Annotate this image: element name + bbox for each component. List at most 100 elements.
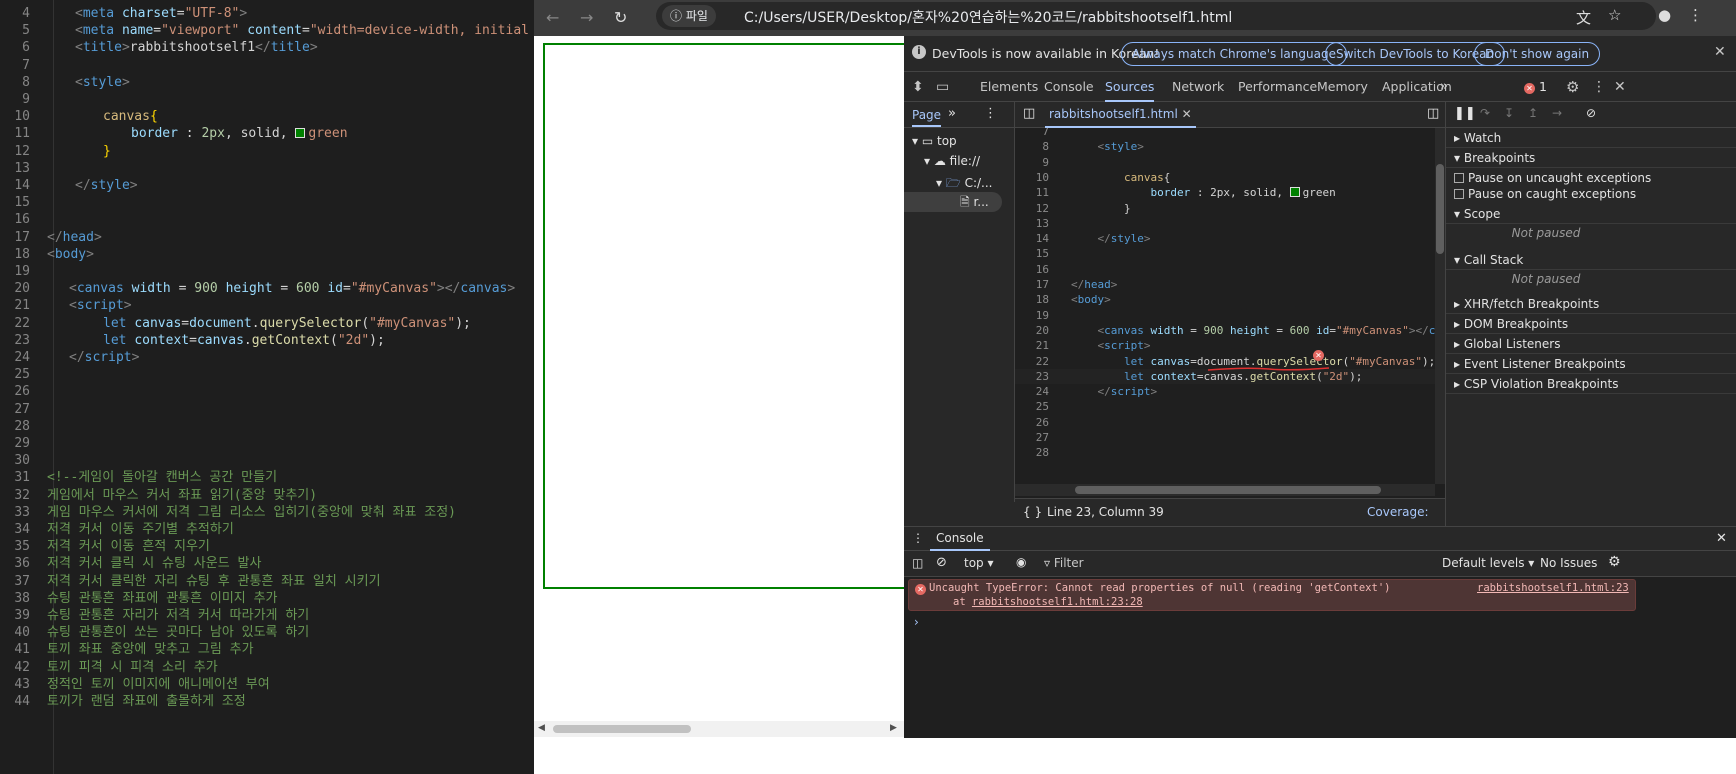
context-selector[interactable]: top ▾ xyxy=(964,556,994,570)
scrollbar-thumb[interactable] xyxy=(1436,164,1444,254)
vertical-scrollbar[interactable] xyxy=(1435,128,1445,484)
close-devtools-icon[interactable]: ✕ xyxy=(1614,72,1626,102)
tree-item-html-file[interactable]: 🗎 r... xyxy=(904,192,1002,212)
close-tab-icon[interactable]: ✕ xyxy=(1182,107,1192,121)
section-call-stack[interactable]: ▾ Call Stack xyxy=(1446,250,1736,270)
section-watch[interactable]: ▸ Watch xyxy=(1446,128,1736,148)
scroll-right-icon[interactable]: ▶ xyxy=(890,723,897,733)
pretty-print-icon[interactable]: { } xyxy=(1023,499,1042,525)
dont-show-again-button[interactable]: Don't show again xyxy=(1474,42,1601,66)
devtools-menu-icon[interactable]: ⋮ xyxy=(1592,72,1606,102)
line-number[interactable]: 12 xyxy=(1015,201,1049,216)
profile-icon[interactable]: ● xyxy=(1658,6,1671,24)
issues-counter[interactable]: No Issues xyxy=(1540,556,1597,570)
bookmark-star-icon[interactable]: ☆ xyxy=(1608,6,1621,24)
site-info-chip[interactable]: ⓘ 파일 xyxy=(662,5,716,27)
pause-caught-checkbox[interactable]: Pause on caught exceptions xyxy=(1446,184,1736,204)
menu-kebab-icon[interactable]: ⋮ xyxy=(1688,6,1703,24)
code-editor[interactable]: 4 <meta charset="UTF-8"> 5 <meta name="view… xyxy=(0,0,534,774)
section-dom-breakpoints[interactable]: ▸ DOM Breakpoints xyxy=(1446,314,1736,334)
pause-icon[interactable]: ❚❚ xyxy=(1454,106,1476,121)
step-icon[interactable]: → xyxy=(1552,106,1562,120)
line-number[interactable]: 25 xyxy=(1015,399,1049,414)
console-sidebar-icon[interactable]: ◫ xyxy=(912,556,923,570)
back-icon[interactable]: ← xyxy=(546,8,559,27)
line-number[interactable]: 24 xyxy=(1015,384,1049,399)
filter-input[interactable]: ▿ Filter xyxy=(1044,556,1084,570)
line-number[interactable]: 23 xyxy=(1015,369,1049,384)
tab-sources[interactable]: Sources xyxy=(1105,72,1155,102)
more-navigator-tabs-icon[interactable]: » xyxy=(948,106,956,121)
forward-icon[interactable]: → xyxy=(580,8,593,27)
scrollbar-thumb[interactable] xyxy=(553,725,691,733)
tab-console-drawer[interactable]: Console xyxy=(930,527,990,551)
tab-performance[interactable]: Performance xyxy=(1238,72,1317,102)
tab-console[interactable]: Console xyxy=(1044,72,1094,102)
line-number[interactable]: 22 xyxy=(1015,354,1049,369)
line-number[interactable]: 9 xyxy=(1015,155,1049,170)
source-lines[interactable]: 78 <style> 9 10 canvas{11 border : 2px, so… xyxy=(1015,128,1435,498)
line-number[interactable]: 21 xyxy=(1015,338,1049,353)
log-levels-dropdown[interactable]: Default levels ▾ xyxy=(1442,556,1534,570)
section-scope[interactable]: ▾ Scope xyxy=(1446,204,1736,224)
line-number[interactable]: 8 xyxy=(1015,139,1049,154)
toggle-navigator-icon[interactable]: ◫ xyxy=(1023,106,1035,121)
console-prompt-icon[interactable]: › xyxy=(914,615,919,629)
section-csp-breakpoints[interactable]: ▸ CSP Violation Breakpoints xyxy=(1446,374,1736,394)
section-event-listener-breakpoints[interactable]: ▸ Event Listener Breakpoints xyxy=(1446,354,1736,374)
line-number[interactable]: 28 xyxy=(1015,445,1049,460)
close-infobar-icon[interactable]: ✕ xyxy=(1714,44,1726,60)
line-number[interactable]: 14 xyxy=(1015,231,1049,246)
step-into-icon[interactable]: ↧ xyxy=(1504,106,1514,120)
deactivate-breakpoints-icon[interactable]: ⊘ xyxy=(1586,106,1596,120)
drawer-menu-icon[interactable]: ⋮ xyxy=(912,531,924,545)
toggle-debugger-icon[interactable]: ◫ xyxy=(1427,106,1439,121)
line-number[interactable]: 17 xyxy=(1015,277,1049,292)
address-bar[interactable]: ⓘ 파일 C:/Users/USER/Desktop/혼자%20연습하는%20코… xyxy=(656,2,1656,30)
tab-network[interactable]: Network xyxy=(1172,72,1224,102)
section-breakpoints[interactable]: ▾ Breakpoints xyxy=(1446,148,1736,168)
horizontal-scrollbar[interactable]: ◀ ▶ xyxy=(534,721,904,737)
my-canvas[interactable] xyxy=(543,43,907,589)
settings-gear-icon[interactable]: ⚙ xyxy=(1566,72,1579,102)
tab-elements[interactable]: Elements xyxy=(980,72,1038,102)
line-number[interactable]: 11 xyxy=(1015,185,1049,200)
live-expression-eye-icon[interactable]: ◉ xyxy=(1016,555,1026,569)
checkbox-icon[interactable] xyxy=(1454,173,1464,183)
line-number[interactable]: 27 xyxy=(1015,430,1049,445)
translate-icon[interactable]: 文 xyxy=(1576,7,1591,28)
more-tabs-icon[interactable]: » xyxy=(1440,72,1448,102)
tab-memory[interactable]: Memory xyxy=(1317,72,1368,102)
navigator-menu-icon[interactable]: ⋮ xyxy=(984,106,997,121)
line-number[interactable]: 15 xyxy=(1015,246,1049,261)
tree-item-file[interactable]: ▾ ☁ file:// xyxy=(924,154,980,168)
file-tab[interactable]: rabbitshootself1.html ✕ xyxy=(1045,102,1196,128)
error-counter[interactable]: ✕ 1 xyxy=(1524,72,1547,102)
device-toolbar-icon[interactable]: ▭ xyxy=(936,72,949,102)
inspect-element-icon[interactable]: ⬍ xyxy=(912,72,924,102)
step-out-icon[interactable]: ↥ xyxy=(1528,106,1538,120)
url-text[interactable]: C:/Users/USER/Desktop/혼자%20연습하는%20코드/rab… xyxy=(744,7,1232,27)
scroll-left-icon[interactable]: ◀ xyxy=(538,723,545,733)
inline-error-icon[interactable]: ✕ xyxy=(1313,350,1324,361)
editor-hscrollbar[interactable] xyxy=(1015,484,1435,496)
line-number[interactable]: 18 xyxy=(1015,292,1049,307)
line-number[interactable]: 13 xyxy=(1015,216,1049,231)
stack-link[interactable]: rabbitshootself1.html:23:28 xyxy=(972,596,1143,608)
console-settings-icon[interactable]: ⚙ xyxy=(1608,554,1621,570)
line-number[interactable]: 16 xyxy=(1015,262,1049,277)
line-number[interactable]: 26 xyxy=(1015,415,1049,430)
match-language-button[interactable]: Always match Chrome's language xyxy=(1121,42,1347,66)
step-over-icon[interactable]: ↷ xyxy=(1480,106,1490,120)
close-drawer-icon[interactable]: ✕ xyxy=(1716,531,1727,546)
line-number[interactable]: 20 xyxy=(1015,323,1049,338)
line-number[interactable]: 19 xyxy=(1015,308,1049,323)
tree-item-top[interactable]: ▾ ▭ top xyxy=(912,134,957,148)
line-number[interactable]: 10 xyxy=(1015,170,1049,185)
checkbox-icon[interactable] xyxy=(1454,189,1464,199)
section-global-listeners[interactable]: ▸ Global Listeners xyxy=(1446,334,1736,354)
line-number[interactable]: 7 xyxy=(1015,128,1049,139)
scrollbar-thumb[interactable] xyxy=(1075,486,1381,494)
reload-icon[interactable]: ↻ xyxy=(614,8,627,27)
section-xhr-breakpoints[interactable]: ▸ XHR/fetch Breakpoints xyxy=(1446,294,1736,314)
